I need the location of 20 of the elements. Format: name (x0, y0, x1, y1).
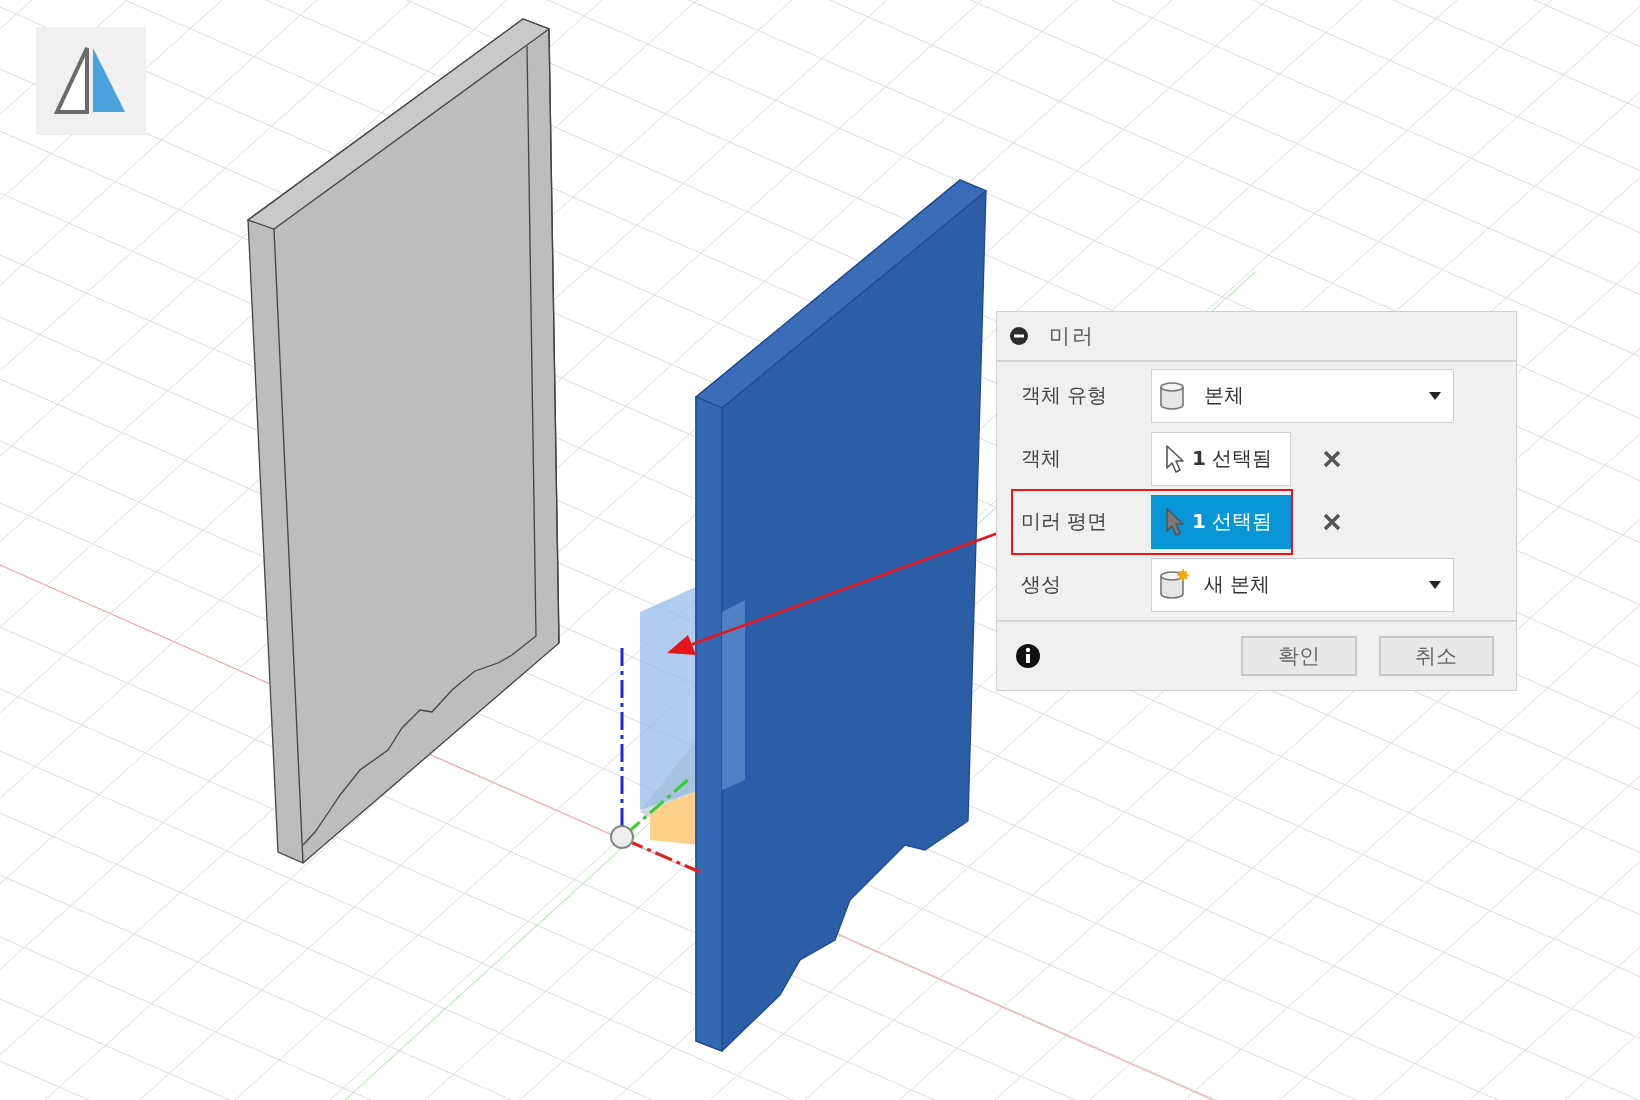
caret-icon (1429, 580, 1441, 589)
field-label: 객체 유형 (1021, 382, 1109, 409)
new-body-icon (1158, 568, 1190, 601)
mirror-tool-icon (36, 27, 146, 135)
collapse-icon[interactable] (1009, 326, 1029, 346)
ok-button[interactable]: 확인 (1241, 636, 1357, 676)
field-label: 생성 (1021, 571, 1062, 598)
dialog-title: 미러 (1049, 323, 1095, 350)
caret-icon (1429, 391, 1441, 400)
cursor-icon (1164, 443, 1186, 474)
field-label: 미러 평면 (1021, 508, 1109, 535)
selection-field[interactable]: 1 선택됨 (1151, 431, 1291, 486)
dropdown-field[interactable]: 본체 (1151, 368, 1454, 423)
dropdown-field[interactable]: 새 본체 (1151, 557, 1454, 612)
close-icon (1323, 449, 1341, 468)
cursor-icon (1164, 506, 1186, 537)
close-icon (1323, 512, 1341, 531)
field-label: 객체 (1021, 445, 1062, 472)
cancel-button[interactable]: 취소 (1378, 636, 1494, 676)
info-icon[interactable] (1015, 643, 1041, 669)
